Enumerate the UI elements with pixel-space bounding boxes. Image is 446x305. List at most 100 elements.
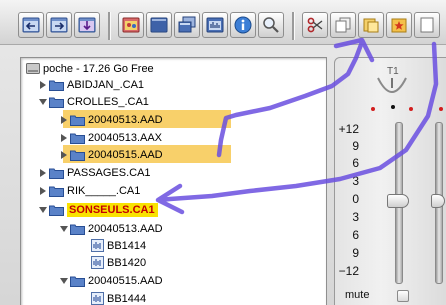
magnifier-icon xyxy=(263,17,279,33)
paste-folder-icon xyxy=(363,18,379,33)
audio-window-icon xyxy=(206,17,224,33)
tree-item-label: ABIDJAN_.CA1 xyxy=(67,78,145,91)
window-button[interactable] xyxy=(146,12,172,38)
tree-item-label: 20040513.AAD xyxy=(88,113,163,126)
tree-item-20040513-aad-sonseuls[interactable]: 20040513.AAD xyxy=(59,221,163,236)
disclosure-expanded-icon[interactable] xyxy=(38,97,48,107)
tree-root[interactable]: poche - 17.26 Go Free xyxy=(26,61,154,76)
disclosure-collapsed-icon[interactable] xyxy=(38,80,48,90)
tree-item-20040515-aad-sonseuls[interactable]: 20040515.AAD xyxy=(59,273,163,288)
tree-item-rik[interactable]: RIK_____.CA1 xyxy=(38,183,140,198)
copy-button[interactable] xyxy=(330,12,356,38)
tree-item-20040515-aad[interactable]: 20040515.AAD xyxy=(59,147,163,162)
app-window: poche - 17.26 Go Free ABIDJAN_.CA1 CROLL… xyxy=(0,0,446,305)
mute-checkbox[interactable] xyxy=(397,290,409,302)
scale-label: 0 xyxy=(352,192,359,206)
window-arrow-down-icon xyxy=(78,17,96,33)
new-item-button[interactable] xyxy=(386,12,412,38)
tree-root-label: poche - 17.26 Go Free xyxy=(43,62,154,75)
tree-item-label: BB1444 xyxy=(107,292,147,305)
folder-open-icon xyxy=(49,205,64,216)
star-folder-icon xyxy=(391,18,407,33)
audio-file-icon xyxy=(91,292,104,305)
folder-icon xyxy=(70,150,85,161)
media-button[interactable] xyxy=(118,12,144,38)
disclosure-expanded-icon[interactable] xyxy=(59,224,69,234)
led-center xyxy=(391,105,395,109)
import-right-button[interactable] xyxy=(46,12,72,38)
audio-file-icon xyxy=(91,256,104,269)
tree-item-label: 20040513.AAD xyxy=(88,222,163,235)
folder-open-icon xyxy=(70,224,85,235)
export-button[interactable] xyxy=(74,12,100,38)
import-left-button[interactable] xyxy=(18,12,44,38)
stacked-windows-icon xyxy=(178,16,196,33)
tree-item-abidjan[interactable]: ABIDJAN_.CA1 xyxy=(38,77,144,92)
scale-label: 3 xyxy=(352,174,359,188)
disclosure-expanded-icon[interactable] xyxy=(59,276,69,286)
disclosure-collapsed-icon[interactable] xyxy=(59,115,69,125)
tree-item-bb1414[interactable]: BB1414 xyxy=(91,238,146,253)
tree-item-20040513-aax[interactable]: 20040513.AAX xyxy=(59,130,162,145)
window-arrow-left-icon xyxy=(22,17,40,33)
disclosure-expanded-icon[interactable] xyxy=(38,205,48,215)
audio-file-icon xyxy=(91,239,104,252)
tree-item-label: 20040515.AAD xyxy=(88,148,163,161)
file-tree[interactable]: poche - 17.26 Go Free ABIDJAN_.CA1 CROLL… xyxy=(20,57,327,305)
audio-window-button[interactable] xyxy=(202,12,228,38)
scissors-icon xyxy=(307,17,323,33)
tree-item-bb1444[interactable]: BB1444 xyxy=(91,291,146,305)
scale-label: 3 xyxy=(352,210,359,224)
copy-pages-icon xyxy=(335,17,351,33)
paste-button[interactable] xyxy=(358,12,384,38)
folder-open-icon xyxy=(70,276,85,287)
tree-item-sonseuls[interactable]: SONSEULS.CA1 xyxy=(38,202,158,217)
toolbar xyxy=(0,0,446,45)
mixer-panel: T1 +12 9 6 3 0 3 6 9 −12 mute xyxy=(334,57,446,305)
cut-button[interactable] xyxy=(302,12,328,38)
toolbar-separator xyxy=(292,12,295,40)
disclosure-collapsed-icon[interactable] xyxy=(38,168,48,178)
folder-open-icon xyxy=(49,97,64,108)
fader-handle[interactable] xyxy=(387,194,409,208)
folder-icon xyxy=(49,186,64,197)
led-left xyxy=(439,107,443,111)
tree-item-label: BB1414 xyxy=(107,239,147,252)
tree-item-label: 20040513.AAX xyxy=(88,131,163,144)
toolbar-separator xyxy=(108,12,111,40)
scale-label: 6 xyxy=(352,228,359,242)
folder-icon xyxy=(70,133,85,144)
media-window-icon xyxy=(122,17,140,33)
document-icon xyxy=(420,17,434,33)
disclosure-collapsed-icon[interactable] xyxy=(38,186,48,196)
blue-window-icon xyxy=(150,17,168,33)
disclosure-collapsed-icon[interactable] xyxy=(59,150,69,160)
led-right xyxy=(409,107,413,111)
scale-label: 9 xyxy=(352,139,359,153)
tree-item-passages[interactable]: PASSAGES.CA1 xyxy=(38,165,151,180)
pan-knob[interactable] xyxy=(375,76,409,98)
tree-item-20040513-aad[interactable]: 20040513.AAD xyxy=(59,112,163,127)
led-left xyxy=(371,107,375,111)
tree-item-label: BB1420 xyxy=(107,256,147,269)
tree-item-label: 20040515.AAD xyxy=(88,274,163,287)
search-button[interactable] xyxy=(258,12,284,38)
info-button[interactable] xyxy=(230,12,256,38)
scale-label: 6 xyxy=(352,156,359,170)
tree-item-label: CROLLES_.CA1 xyxy=(67,95,149,108)
tree-item-crolles[interactable]: CROLLES_.CA1 xyxy=(38,94,149,109)
scale-label: +12 xyxy=(338,122,359,136)
tree-item-label-highlighted: SONSEULS.CA1 xyxy=(67,202,158,217)
folder-icon xyxy=(49,80,64,91)
tree-item-label: PASSAGES.CA1 xyxy=(67,166,151,179)
tree-item-bb1420[interactable]: BB1420 xyxy=(91,255,146,270)
fader-handle[interactable] xyxy=(431,194,445,208)
folder-icon xyxy=(49,168,64,179)
disclosure-collapsed-icon[interactable] xyxy=(59,133,69,143)
scale-label: 9 xyxy=(352,246,359,260)
window-arrow-right-icon xyxy=(50,17,68,33)
tree-item-label: RIK_____.CA1 xyxy=(67,184,141,197)
extra-toolbar-button[interactable] xyxy=(414,12,440,38)
multi-window-button[interactable] xyxy=(174,12,200,38)
mute-label: mute xyxy=(345,289,370,301)
